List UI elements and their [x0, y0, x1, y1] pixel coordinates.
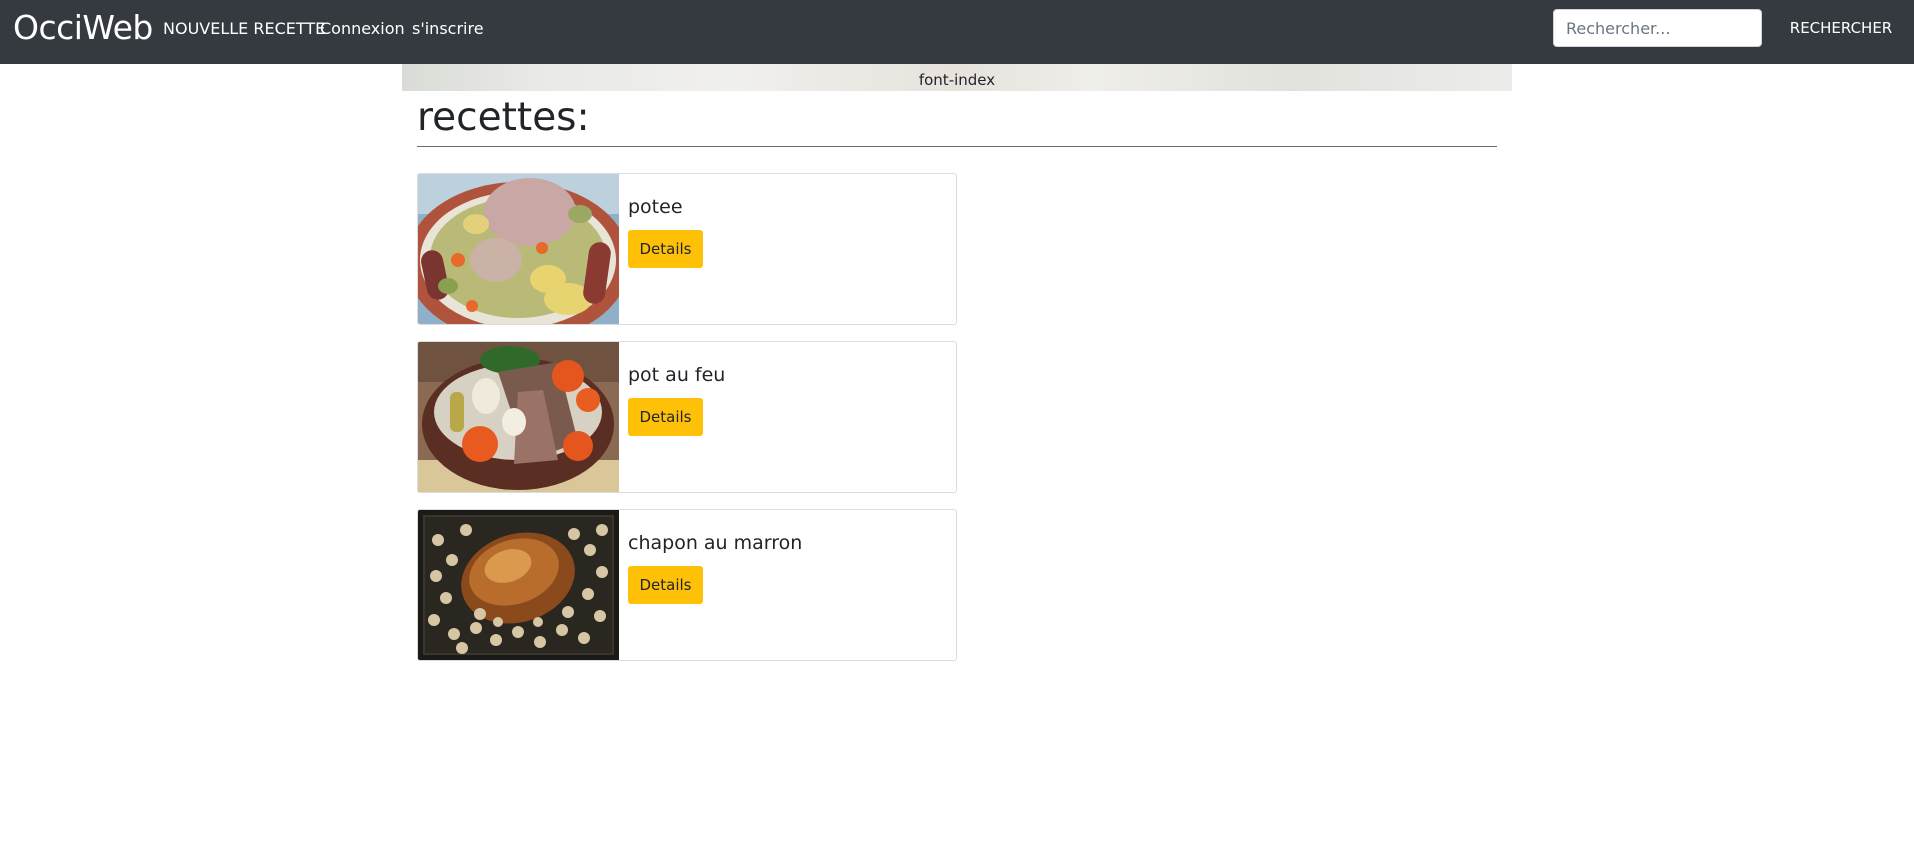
nav-link-sinscrire[interactable]: s'inscrire [412, 18, 484, 40]
recipe-card: potee Details [417, 173, 957, 325]
recipe-image-potee [418, 174, 619, 324]
details-button[interactable]: Details [628, 566, 703, 604]
recipe-card: pot au feu Details [417, 341, 957, 493]
recipe-image-chapon-au-marron [418, 510, 619, 660]
nav-link-connexion[interactable]: Connexion [320, 18, 405, 40]
recipe-title: pot au feu [628, 364, 726, 386]
banner: font-index [402, 64, 1512, 91]
page-title: recettes: [417, 95, 590, 140]
navbar: OcciWeb NOUVELLE RECETTE Connexion s'ins… [0, 0, 1914, 64]
brand-logo[interactable]: OcciWeb [13, 8, 153, 48]
recipe-title: potee [628, 196, 683, 218]
search-button[interactable]: RECHERCHER [1780, 9, 1902, 47]
details-button[interactable]: Details [628, 230, 703, 268]
search-input[interactable] [1553, 9, 1762, 47]
recipe-title: chapon au marron [628, 532, 803, 554]
recipe-image-pot-au-feu [418, 342, 619, 492]
nav-link-nouvelle-recette[interactable]: NOUVELLE RECETTE [163, 18, 325, 40]
title-divider [417, 146, 1497, 147]
recipe-card: chapon au marron Details [417, 509, 957, 661]
details-button[interactable]: Details [628, 398, 703, 436]
